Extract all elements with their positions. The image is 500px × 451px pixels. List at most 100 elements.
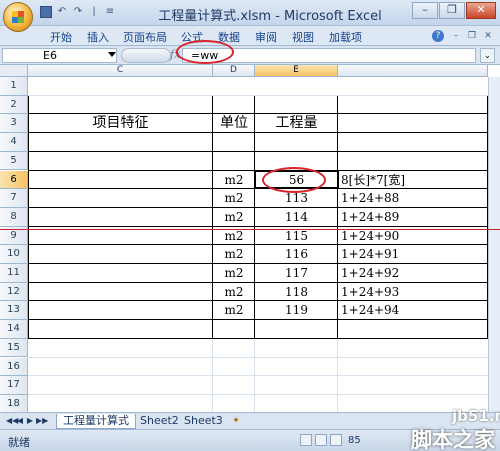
cell-e17[interactable] xyxy=(255,377,338,395)
tab-view[interactable]: 视图 xyxy=(292,29,314,45)
cell-c4[interactable] xyxy=(28,134,213,152)
row-header[interactable]: 11 xyxy=(0,264,28,283)
cell-d12[interactable]: m2 xyxy=(213,284,255,302)
cell-f7[interactable]: 1+24+88 xyxy=(341,190,399,208)
row-header[interactable]: 16 xyxy=(0,357,28,377)
undo-icon[interactable]: ↶ xyxy=(56,6,68,18)
row-header[interactable]: 2 xyxy=(0,95,28,115)
cell-e1[interactable] xyxy=(255,78,338,96)
cell-c18[interactable] xyxy=(28,396,213,412)
column-header-c[interactable]: C xyxy=(28,65,213,77)
name-box[interactable]: E6 xyxy=(2,48,117,63)
row-header[interactable]: 10 xyxy=(0,245,28,264)
restore-window-button[interactable]: ❐ xyxy=(439,2,465,19)
redo-icon[interactable]: ↷ xyxy=(72,6,84,18)
cell-d2[interactable] xyxy=(213,97,255,115)
cell-c14[interactable] xyxy=(28,321,213,339)
cell-c13[interactable] xyxy=(28,302,213,320)
office-button[interactable] xyxy=(3,2,33,32)
row-header[interactable]: 12 xyxy=(0,282,28,302)
cell-c7[interactable] xyxy=(28,190,213,208)
cell-c16[interactable] xyxy=(28,359,213,377)
formula-bar-resize-handle[interactable] xyxy=(121,48,171,63)
cell-d4[interactable] xyxy=(213,134,255,152)
insert-sheet-icon[interactable]: ✦ xyxy=(230,415,242,427)
row-header[interactable]: 3 xyxy=(0,114,28,134)
cell-e9[interactable]: 115 xyxy=(255,228,338,246)
cell-f8[interactable]: 1+24+89 xyxy=(341,209,399,227)
cell-d9[interactable]: m2 xyxy=(213,228,255,246)
column-header-f[interactable] xyxy=(338,65,488,77)
cell-f9[interactable]: 1+24+90 xyxy=(341,228,399,246)
cell-f11[interactable]: 1+24+92 xyxy=(341,265,399,283)
cell-d18[interactable] xyxy=(213,396,255,412)
first-sheet-icon[interactable]: ◀◀ xyxy=(6,416,18,426)
row-header[interactable]: 18 xyxy=(0,394,28,412)
ribbon-close-icon[interactable]: ✕ xyxy=(482,30,494,42)
cell-f12[interactable]: 1+24+93 xyxy=(341,284,399,302)
cell-d5[interactable] xyxy=(213,153,255,171)
next-sheet-icon[interactable]: ▶ xyxy=(26,416,34,426)
row-header[interactable]: 6 xyxy=(0,170,28,190)
cell-d1[interactable] xyxy=(213,78,255,96)
cell-c17[interactable] xyxy=(28,377,213,395)
cell-d16[interactable] xyxy=(213,359,255,377)
cell-e13[interactable]: 119 xyxy=(255,302,338,320)
cell-c1[interactable] xyxy=(28,78,213,96)
cell-e18[interactable] xyxy=(255,396,338,412)
cell-d10[interactable]: m2 xyxy=(213,246,255,264)
cell-c5[interactable] xyxy=(28,153,213,171)
prev-sheet-icon[interactable]: ◀ xyxy=(16,416,24,426)
cell-c8[interactable] xyxy=(28,209,213,227)
row-header[interactable]: 14 xyxy=(0,320,28,339)
tab-addins[interactable]: 加载项 xyxy=(329,29,362,45)
cell-e3[interactable]: 工程量 xyxy=(255,115,338,133)
ribbon-restore-icon[interactable]: ❐ xyxy=(466,30,478,42)
page-layout-view-icon[interactable] xyxy=(315,434,327,446)
normal-view-icon[interactable] xyxy=(300,434,312,446)
column-header-e[interactable]: E xyxy=(255,65,338,77)
minimize-window-button[interactable]: – xyxy=(412,2,438,19)
select-all-corner[interactable] xyxy=(0,65,28,77)
row-header[interactable]: 4 xyxy=(0,133,28,152)
cell-c3[interactable]: 项目特征 xyxy=(28,115,213,133)
tab-insert[interactable]: 插入 xyxy=(87,29,109,45)
row-header[interactable]: 17 xyxy=(0,376,28,395)
cell-c12[interactable] xyxy=(28,284,213,302)
cell-c15[interactable] xyxy=(28,340,213,358)
close-window-button[interactable]: ✕ xyxy=(466,2,496,19)
row-header[interactable]: 15 xyxy=(0,338,28,358)
cell-e4[interactable] xyxy=(255,134,338,152)
cell-c10[interactable] xyxy=(28,246,213,264)
name-box-dropdown-icon[interactable] xyxy=(108,52,116,57)
expand-formula-bar-icon[interactable]: ⌄ xyxy=(480,48,495,63)
cell-c6[interactable] xyxy=(28,172,213,190)
row-header[interactable]: 5 xyxy=(0,151,28,171)
cell-d6[interactable]: m2 xyxy=(213,172,255,190)
cell-d17[interactable] xyxy=(213,377,255,395)
row-header[interactable]: 8 xyxy=(0,207,28,227)
row-header[interactable]: 1 xyxy=(0,77,28,96)
cell-d3[interactable]: 单位 xyxy=(213,115,255,133)
cell-e12[interactable]: 118 xyxy=(255,284,338,302)
cell-d11[interactable]: m2 xyxy=(213,265,255,283)
help-icon[interactable]: ? xyxy=(432,30,444,42)
cell-e16[interactable] xyxy=(255,359,338,377)
tab-page-layout[interactable]: 页面布局 xyxy=(123,29,167,45)
cell-e7[interactable]: 113 xyxy=(255,190,338,208)
column-header-d[interactable]: D xyxy=(213,65,255,77)
tab-review[interactable]: 审阅 xyxy=(255,29,277,45)
cell-e11[interactable]: 117 xyxy=(255,265,338,283)
cell-e8[interactable]: 114 xyxy=(255,209,338,227)
page-break-view-icon[interactable] xyxy=(330,434,342,446)
sheet-tab-1[interactable]: 工程量计算式 xyxy=(56,414,136,429)
cell-d13[interactable]: m2 xyxy=(213,302,255,320)
sheet-tab-3[interactable]: Sheet3 xyxy=(178,414,229,429)
ribbon-minimize-icon[interactable]: – xyxy=(450,30,462,42)
cell-f13[interactable]: 1+24+94 xyxy=(341,302,399,320)
cell-d7[interactable]: m2 xyxy=(213,190,255,208)
cell-c11[interactable] xyxy=(28,265,213,283)
tab-home[interactable]: 开始 xyxy=(50,29,72,45)
qat-customize-icon[interactable]: ≡ xyxy=(104,6,116,18)
cell-c2[interactable] xyxy=(28,97,213,115)
